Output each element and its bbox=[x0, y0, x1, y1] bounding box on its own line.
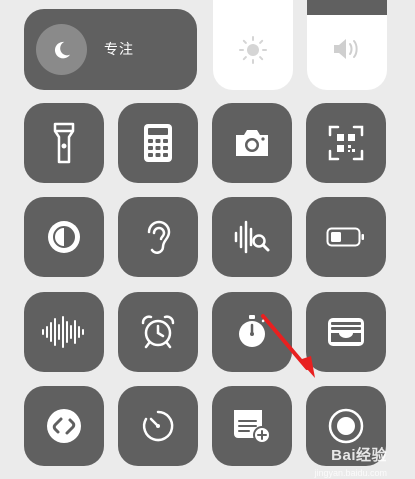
voice-memo-button[interactable] bbox=[24, 292, 104, 372]
annotation-arrow bbox=[261, 314, 315, 378]
alarm-icon bbox=[141, 315, 175, 349]
dark-mode-button[interactable] bbox=[24, 197, 104, 277]
brightness-slider[interactable] bbox=[213, 0, 293, 90]
qr-scanner-icon bbox=[328, 125, 364, 161]
alarm-button[interactable] bbox=[118, 292, 198, 372]
volume-level-fill bbox=[307, 0, 387, 15]
camera-icon bbox=[236, 130, 268, 156]
shazam-icon bbox=[47, 409, 81, 443]
screen-recording-icon bbox=[328, 408, 364, 444]
hearing-icon bbox=[147, 220, 171, 254]
timer-button[interactable] bbox=[118, 386, 198, 466]
volume-slider[interactable] bbox=[307, 0, 387, 90]
sound-recognition-icon bbox=[234, 220, 270, 254]
quick-note-icon bbox=[234, 410, 271, 444]
focus-label: 专注 bbox=[104, 41, 134, 57]
voice-memo-icon bbox=[42, 316, 84, 348]
sun-icon bbox=[239, 36, 267, 64]
focus-mode-button[interactable] bbox=[36, 24, 87, 75]
flashlight-icon bbox=[53, 122, 75, 164]
low-power-mode-button[interactable] bbox=[306, 197, 386, 277]
low-power-mode-icon bbox=[326, 227, 364, 247]
speaker-icon bbox=[334, 39, 358, 59]
calculator-icon bbox=[144, 124, 172, 162]
qr-scanner-button[interactable] bbox=[306, 103, 386, 183]
wallet-icon bbox=[328, 318, 364, 346]
shazam-button[interactable] bbox=[24, 386, 104, 466]
watermark-url: jingyan.baidu.com bbox=[314, 468, 387, 478]
focus-toggle[interactable]: 专注 bbox=[24, 9, 197, 90]
calculator-button[interactable] bbox=[118, 103, 198, 183]
camera-button[interactable] bbox=[212, 103, 292, 183]
watermark-brand: Bai经验 bbox=[331, 447, 387, 464]
timer-icon bbox=[142, 410, 174, 442]
sound-recognition-button[interactable] bbox=[212, 197, 292, 277]
flashlight-button[interactable] bbox=[24, 103, 104, 183]
dark-mode-icon bbox=[48, 221, 80, 253]
moon-icon bbox=[54, 41, 70, 58]
hearing-button[interactable] bbox=[118, 197, 198, 277]
quick-note-button[interactable] bbox=[212, 386, 292, 466]
